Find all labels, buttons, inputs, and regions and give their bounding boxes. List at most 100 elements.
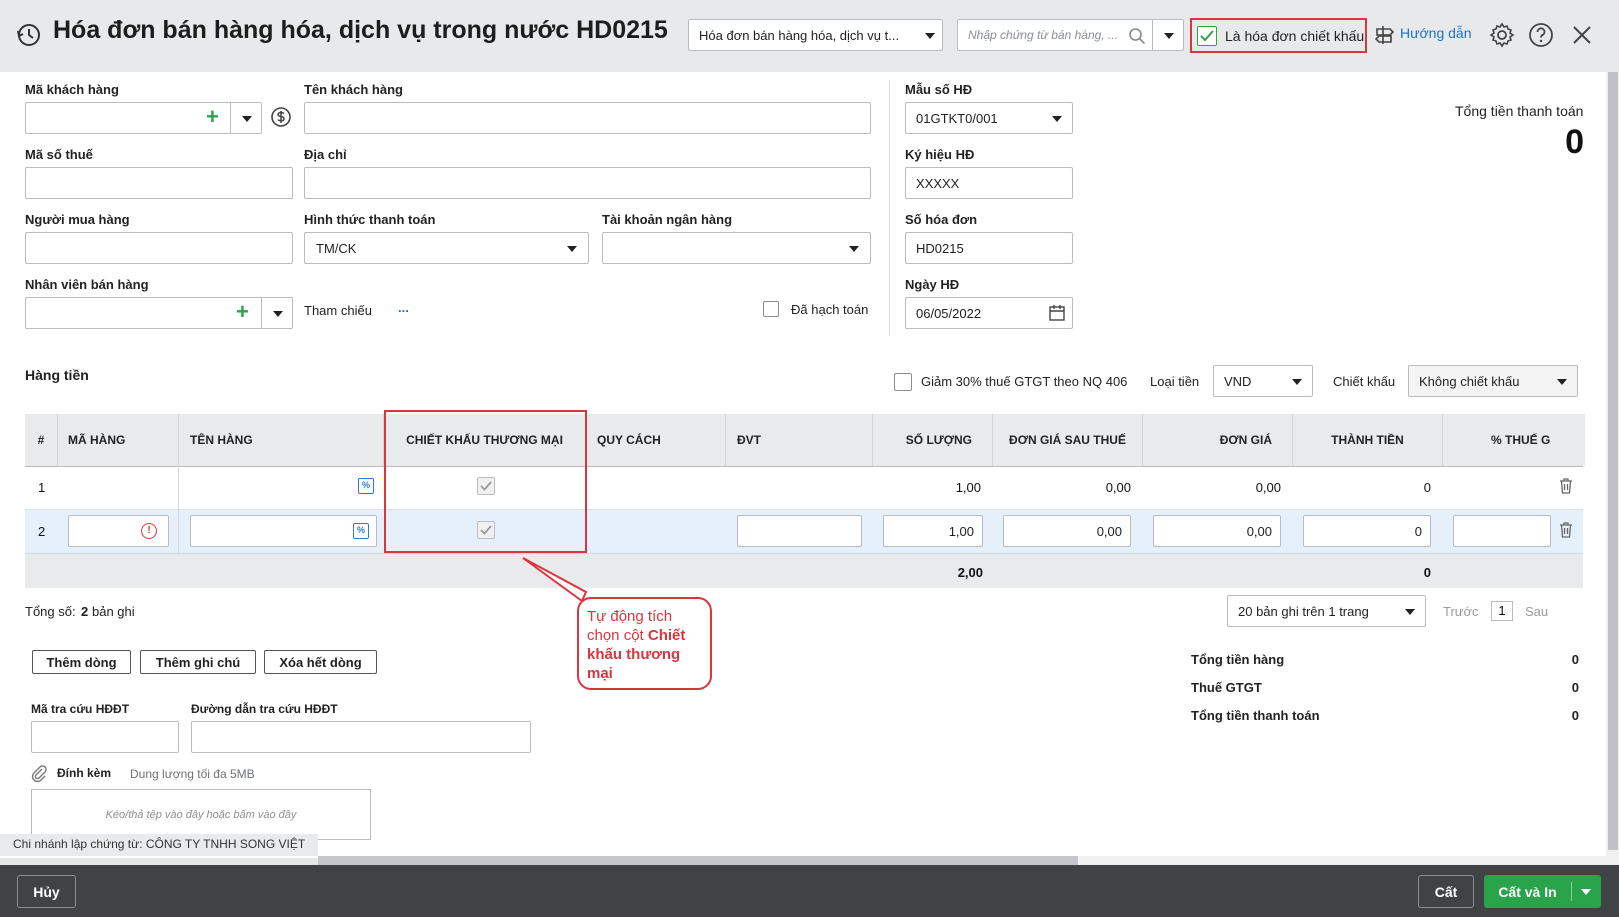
v-scrollbar-thumb[interactable] xyxy=(1608,72,1618,850)
add-note-button[interactable]: Thêm ghi chú xyxy=(140,650,256,674)
close-icon[interactable] xyxy=(1571,24,1593,46)
payment-total-value: 0 xyxy=(1571,708,1579,723)
lookup-code-field[interactable] xyxy=(31,721,179,753)
calendar-icon[interactable] xyxy=(1048,304,1066,322)
currency-value: VND xyxy=(1224,374,1252,389)
invoice-template-select[interactable]: 01GTKT0/001 xyxy=(905,102,1073,134)
unit-price-value: 0,00 xyxy=(1246,524,1272,539)
unit-price-input[interactable]: 0,00 xyxy=(1153,515,1281,547)
save-button[interactable]: Cất xyxy=(1418,875,1474,908)
bank-account-select[interactable] xyxy=(602,232,871,264)
amount-input[interactable]: 0 xyxy=(1303,515,1431,547)
currency-icon[interactable] xyxy=(270,106,292,128)
invoice-template-value: 01GTKT0/001 xyxy=(916,111,998,126)
add-row-button[interactable]: Thêm dòng xyxy=(32,650,131,674)
delete-all-rows-button[interactable]: Xóa hết dòng xyxy=(264,650,377,674)
invoice-number-field[interactable]: HD0215 xyxy=(905,232,1073,264)
current-page[interactable]: 1 xyxy=(1491,601,1513,621)
sales-staff-field[interactable]: + xyxy=(25,297,293,329)
divider xyxy=(230,103,231,133)
branch-info: Chi nhánh lập chứng từ: CÔNG TY TNHH SON… xyxy=(0,834,318,856)
plus-icon[interactable]: + xyxy=(206,104,219,130)
customer-code-field[interactable]: + xyxy=(25,102,262,134)
invoice-type-value: Hóa đơn bán hàng hóa, dịch vụ t... xyxy=(699,28,900,43)
unit-input[interactable] xyxy=(737,515,862,547)
record-count-prefix: Tổng số: xyxy=(25,604,76,619)
chevron-down-icon[interactable] xyxy=(1581,889,1591,895)
discount-invoice-checkbox[interactable] xyxy=(1197,26,1217,46)
page-size-select[interactable]: 20 bản ghi trên 1 trang xyxy=(1227,595,1426,627)
posted-checkbox[interactable] xyxy=(763,301,779,317)
error-icon: ! xyxy=(141,523,157,539)
chevron-down-icon xyxy=(1405,609,1415,615)
save-print-group: Cất và In xyxy=(1484,875,1601,908)
currency-select[interactable]: VND xyxy=(1213,365,1313,397)
vat-reduction-checkbox[interactable] xyxy=(894,373,912,391)
invoice-date-value: 06/05/2022 xyxy=(916,306,982,321)
quantity-input[interactable]: 1,00 xyxy=(883,515,983,547)
price-after-tax-input[interactable]: 0,00 xyxy=(1003,515,1131,547)
gear-icon[interactable] xyxy=(1489,22,1515,48)
row-no: 2 xyxy=(38,524,46,539)
plus-icon[interactable]: + xyxy=(236,299,249,325)
reference-label: Tham chiếu xyxy=(304,303,372,318)
discount-percent-icon[interactable]: % xyxy=(358,478,374,494)
paperclip-icon xyxy=(31,765,47,782)
discount-select[interactable]: Không chiết khấu xyxy=(1408,365,1578,397)
h-scrollbar-thumb[interactable] xyxy=(318,856,1078,865)
reference-link[interactable]: ... xyxy=(398,300,409,315)
lookup-url-label: Đường dẫn tra cứu HĐĐT xyxy=(191,702,338,716)
trash-icon[interactable] xyxy=(1558,521,1574,539)
goods-total-value: 0 xyxy=(1571,652,1579,667)
col-quantity: SỐ LƯỢNG xyxy=(873,414,993,466)
save-print-button[interactable]: Cất và In xyxy=(1484,875,1571,908)
cancel-button[interactable]: Hủy xyxy=(17,875,76,908)
header-bar: Hóa đơn bán hàng hóa, dịch vụ trong nước… xyxy=(0,0,1619,72)
invoice-symbol-field[interactable]: XXXXX xyxy=(905,167,1073,199)
check-icon xyxy=(1200,30,1214,42)
payment-method-select[interactable]: TM/CK xyxy=(304,232,589,264)
invoice-template-label: Mẫu số HĐ xyxy=(905,82,973,97)
item-name-input[interactable]: % xyxy=(190,515,377,547)
page-size-value: 20 bản ghi trên 1 trang xyxy=(1238,604,1369,619)
tax-code-field[interactable] xyxy=(25,167,293,199)
invoice-date-field[interactable]: 06/05/2022 xyxy=(905,297,1073,329)
vat-rate-input[interactable] xyxy=(1453,515,1551,547)
posted-label: Đã hạch toán xyxy=(791,302,869,317)
total-amount: 0 xyxy=(1423,565,1431,580)
col-vat-rate: % THUẾ G xyxy=(1443,414,1583,466)
voucher-search[interactable]: Nhập chứng từ bán hàng, ... xyxy=(957,19,1184,51)
divider xyxy=(889,80,890,336)
history-icon[interactable] xyxy=(16,22,42,48)
chevron-down-icon[interactable] xyxy=(1164,33,1174,39)
trash-icon[interactable] xyxy=(1558,477,1574,495)
chevron-down-icon[interactable] xyxy=(242,116,252,122)
file-drop-zone[interactable]: Kéo/thả tệp vào đây hoặc bấm vào đây xyxy=(31,789,371,840)
attach-label: Đính kèm xyxy=(57,766,112,780)
buyer-field[interactable] xyxy=(25,232,293,264)
lookup-url-field[interactable] xyxy=(191,721,531,753)
signpost-icon[interactable] xyxy=(1373,24,1395,46)
help-icon[interactable] xyxy=(1528,22,1554,48)
search-icon[interactable] xyxy=(1128,27,1146,45)
chevron-down-icon xyxy=(925,33,935,39)
chevron-down-icon xyxy=(849,246,859,252)
prev-page[interactable]: Trước xyxy=(1443,604,1479,619)
total-payment-label: Tổng tiền thanh toán xyxy=(1455,103,1584,119)
next-page[interactable]: Sau xyxy=(1525,604,1548,619)
section-title: Hàng tiền xyxy=(25,367,89,383)
vat-label: Thuế GTGT xyxy=(1191,680,1262,695)
invoice-number-label: Số hóa đơn xyxy=(905,212,978,227)
discount-percent-icon[interactable]: % xyxy=(353,523,369,539)
amount-value: 0 xyxy=(1414,524,1422,539)
price-after-tax-value: 0,00 xyxy=(1096,524,1122,539)
customer-name-field[interactable] xyxy=(304,102,871,134)
search-input[interactable]: Nhập chứng từ bán hàng, ... xyxy=(968,28,1118,42)
invoice-type-select[interactable]: Hóa đơn bán hàng hóa, dịch vụ t... xyxy=(688,19,943,51)
address-field[interactable] xyxy=(304,167,871,199)
chevron-down-icon xyxy=(1292,379,1302,385)
unit-price-cell: 0,00 xyxy=(1255,480,1281,495)
item-code-input[interactable]: ! xyxy=(68,515,169,547)
chevron-down-icon[interactable] xyxy=(273,311,283,317)
help-link[interactable]: Hướng dẫn xyxy=(1400,25,1471,41)
